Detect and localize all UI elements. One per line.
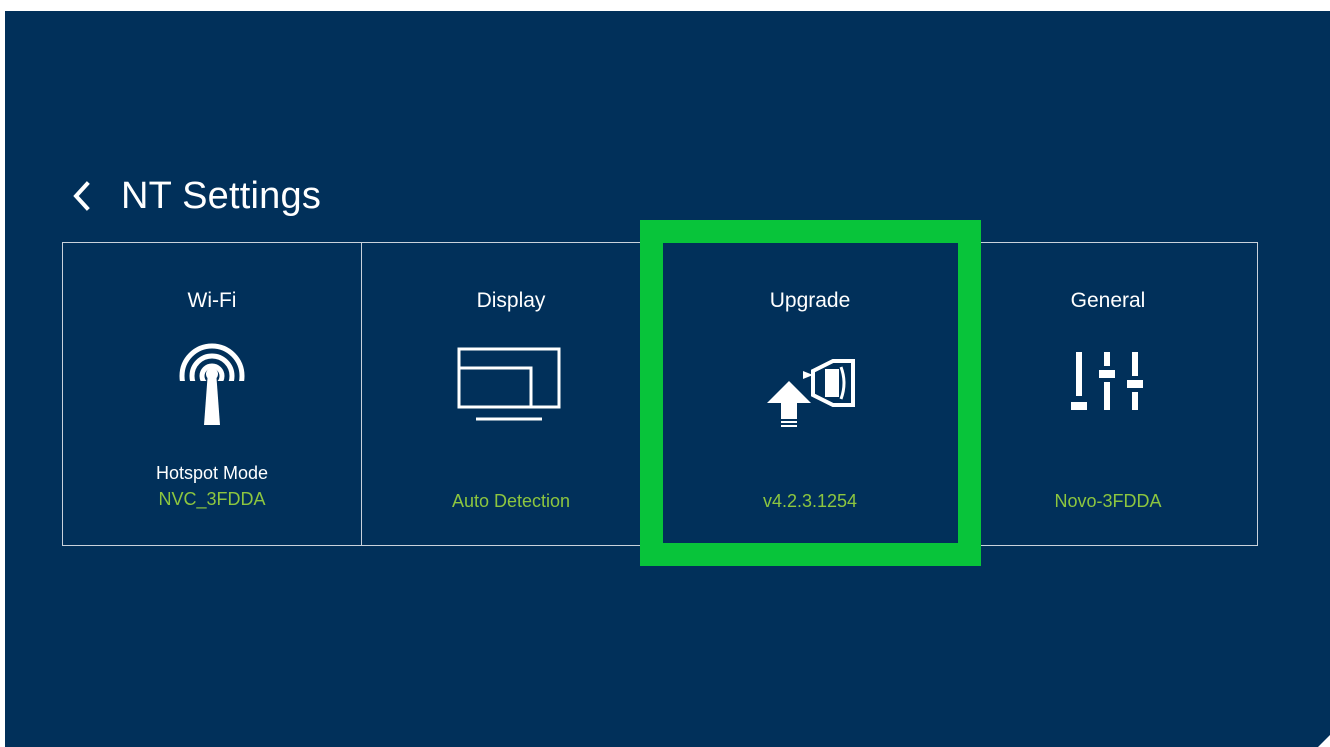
header: NT Settings [71, 171, 321, 221]
sliders-icon [1053, 341, 1163, 431]
back-button[interactable] [71, 171, 101, 221]
tile-general[interactable]: General Novo-3FDDA [960, 243, 1256, 545]
page-title: NT Settings [121, 174, 322, 217]
tile-value: Novo-3FDDA [1054, 491, 1162, 511]
display-icon [456, 341, 566, 431]
tile-subtitle: Hotspot Mode [155, 463, 269, 483]
tile-value: Auto Detection [451, 491, 571, 511]
tile-value: NVC_3FDDA [158, 489, 266, 509]
upgrade-icon [755, 341, 865, 431]
tile-title: Wi-Fi [187, 289, 237, 312]
tile-title: General [1070, 289, 1146, 312]
tile-upgrade[interactable]: Upgrade v4.2.3.1254 [661, 243, 960, 545]
corner-decoration [1318, 735, 1330, 747]
tile-value: v4.2.3.1254 [762, 491, 858, 511]
tile-display[interactable]: Display Auto Detection [362, 243, 661, 545]
tile-title: Display [476, 289, 546, 312]
settings-panel: Wi-Fi Hotspot Mode NVC_3FDDA Display Aut… [62, 242, 1258, 546]
wifi-hotspot-icon [157, 341, 267, 431]
tile-wifi[interactable]: Wi-Fi Hotspot Mode NVC_3FDDA [63, 243, 362, 545]
settings-screen: NT Settings Wi-Fi Hotspot Mode NVC_3FDDA… [5, 11, 1330, 747]
tile-title: Upgrade [769, 289, 851, 312]
chevron-left-icon [73, 181, 90, 211]
